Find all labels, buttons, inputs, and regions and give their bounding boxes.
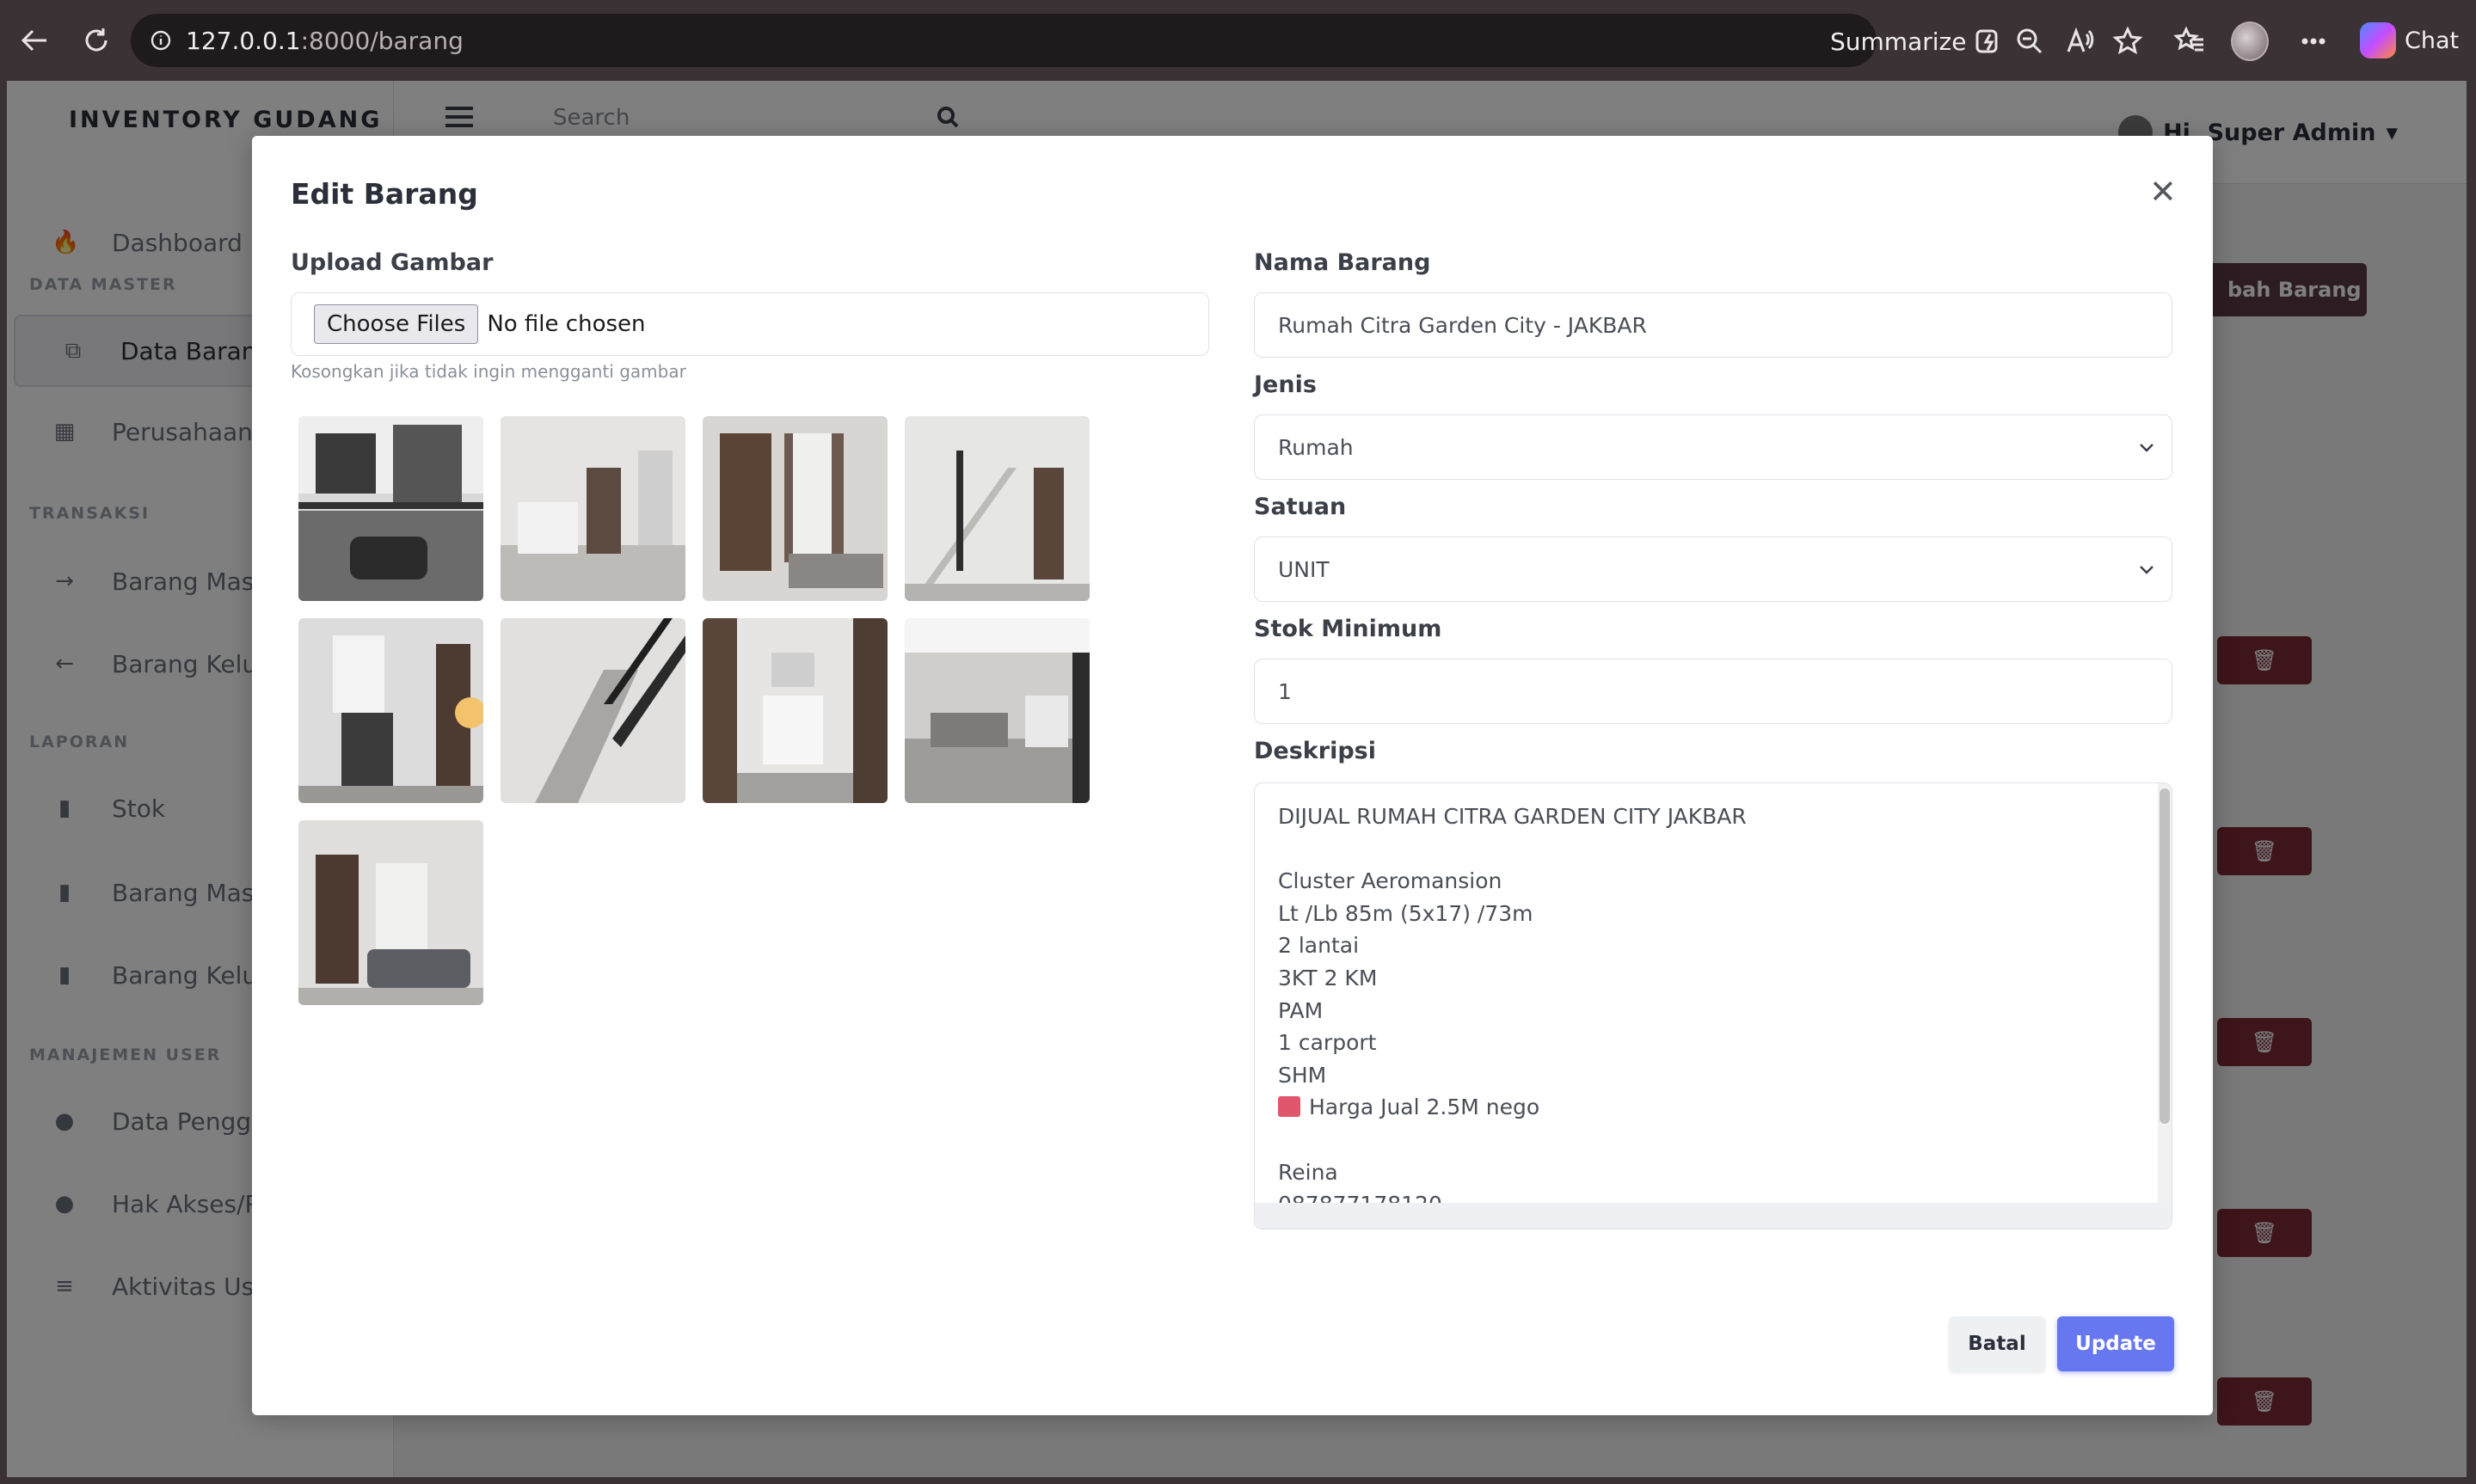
zoom-button[interactable] <box>2011 22 2049 60</box>
favorite-button[interactable] <box>2109 22 2147 60</box>
reload-icon <box>85 28 108 52</box>
scrollbar-thumb[interactable] <box>2160 788 2170 1124</box>
satuan-label: Satuan <box>1254 494 1347 520</box>
image-thumbnail[interactable] <box>298 820 483 1005</box>
nama-barang-input[interactable]: Rumah Citra Garden City - JAKBAR <box>1254 292 2172 358</box>
deskripsi-content: DIJUAL RUMAH CITRA GARDEN CITY JAKBAR Cl… <box>1278 804 1747 1217</box>
image-thumbnail[interactable] <box>905 618 1090 803</box>
file-status: No file chosen <box>487 311 646 337</box>
zoom-out-icon <box>2017 28 2043 54</box>
image-thumbnail[interactable] <box>501 416 685 601</box>
favorites-list-icon <box>2174 26 2203 52</box>
info-icon <box>151 30 171 51</box>
deskripsi-label: Deskripsi <box>1254 738 1376 764</box>
image-thumbnail[interactable] <box>703 416 888 601</box>
more-icon <box>2301 38 2325 45</box>
favorites-button[interactable] <box>2171 22 2209 60</box>
nama-barang-label: Nama Barang <box>1254 249 1431 276</box>
stok-minimum-input[interactable]: 1 <box>1254 659 2172 724</box>
jenis-label: Jenis <box>1254 371 1317 398</box>
chat-button[interactable]: Chat <box>2360 22 2459 58</box>
jenis-select[interactable]: Rumah <box>1254 414 2172 480</box>
url-text: 127.0.0.1:8000/barang <box>186 26 464 55</box>
address-bar[interactable]: 127.0.0.1:8000/barang <box>131 14 1877 67</box>
stok-minimum-label: Stok Minimum <box>1254 616 1442 642</box>
star-icon <box>2112 26 2143 55</box>
chevron-down-icon <box>2140 566 2153 574</box>
summarize-button[interactable]: Summarize <box>1830 26 2004 57</box>
cancel-button[interactable]: Batal <box>1949 1316 2045 1371</box>
upload-label: Upload Gambar <box>291 249 494 276</box>
deskripsi-textarea[interactable]: DIJUAL RUMAH CITRA GARDEN CITY JAKBAR Cl… <box>1254 782 2172 1230</box>
image-thumbnail[interactable] <box>905 416 1090 601</box>
chevron-down-icon <box>2140 444 2153 452</box>
textarea-resize-strip <box>1255 1203 2172 1229</box>
profile-avatar <box>2231 21 2269 61</box>
edit-barang-modal: Edit Barang ✕ Upload Gambar Choose Files… <box>252 136 2213 1415</box>
close-icon[interactable]: ✕ <box>2149 175 2177 208</box>
read-aloud-icon <box>2067 27 2094 52</box>
read-aloud-button[interactable] <box>2061 22 2098 60</box>
arrow-left-icon <box>21 29 46 52</box>
flag-emoji-icon <box>1278 1096 1300 1118</box>
more-button[interactable] <box>2295 22 2332 60</box>
profile-button[interactable] <box>2231 21 2269 61</box>
modal-title: Edit Barang <box>291 177 478 211</box>
copilot-summarize-icon <box>1975 29 1998 53</box>
back-button[interactable] <box>9 15 60 66</box>
upload-hint: Kosongkan jika tidak ingin mengganti gam… <box>291 361 686 382</box>
reload-button[interactable] <box>71 15 122 66</box>
satuan-select[interactable]: UNIT <box>1254 537 2172 602</box>
image-thumbnail[interactable] <box>298 618 483 803</box>
image-thumbnail[interactable] <box>501 618 685 803</box>
image-thumbnail[interactable] <box>703 618 888 803</box>
browser-toolbar: 127.0.0.1:8000/barang Summarize Chat <box>0 0 2476 81</box>
file-upload-field[interactable]: Choose Files No file chosen <box>291 292 1209 356</box>
textarea-scrollbar[interactable] <box>2158 783 2172 1205</box>
choose-files-button[interactable]: Choose Files <box>314 304 479 344</box>
image-thumbnail[interactable] <box>298 416 483 601</box>
update-button[interactable]: Update <box>2057 1316 2174 1371</box>
copilot-icon <box>2360 22 2396 58</box>
